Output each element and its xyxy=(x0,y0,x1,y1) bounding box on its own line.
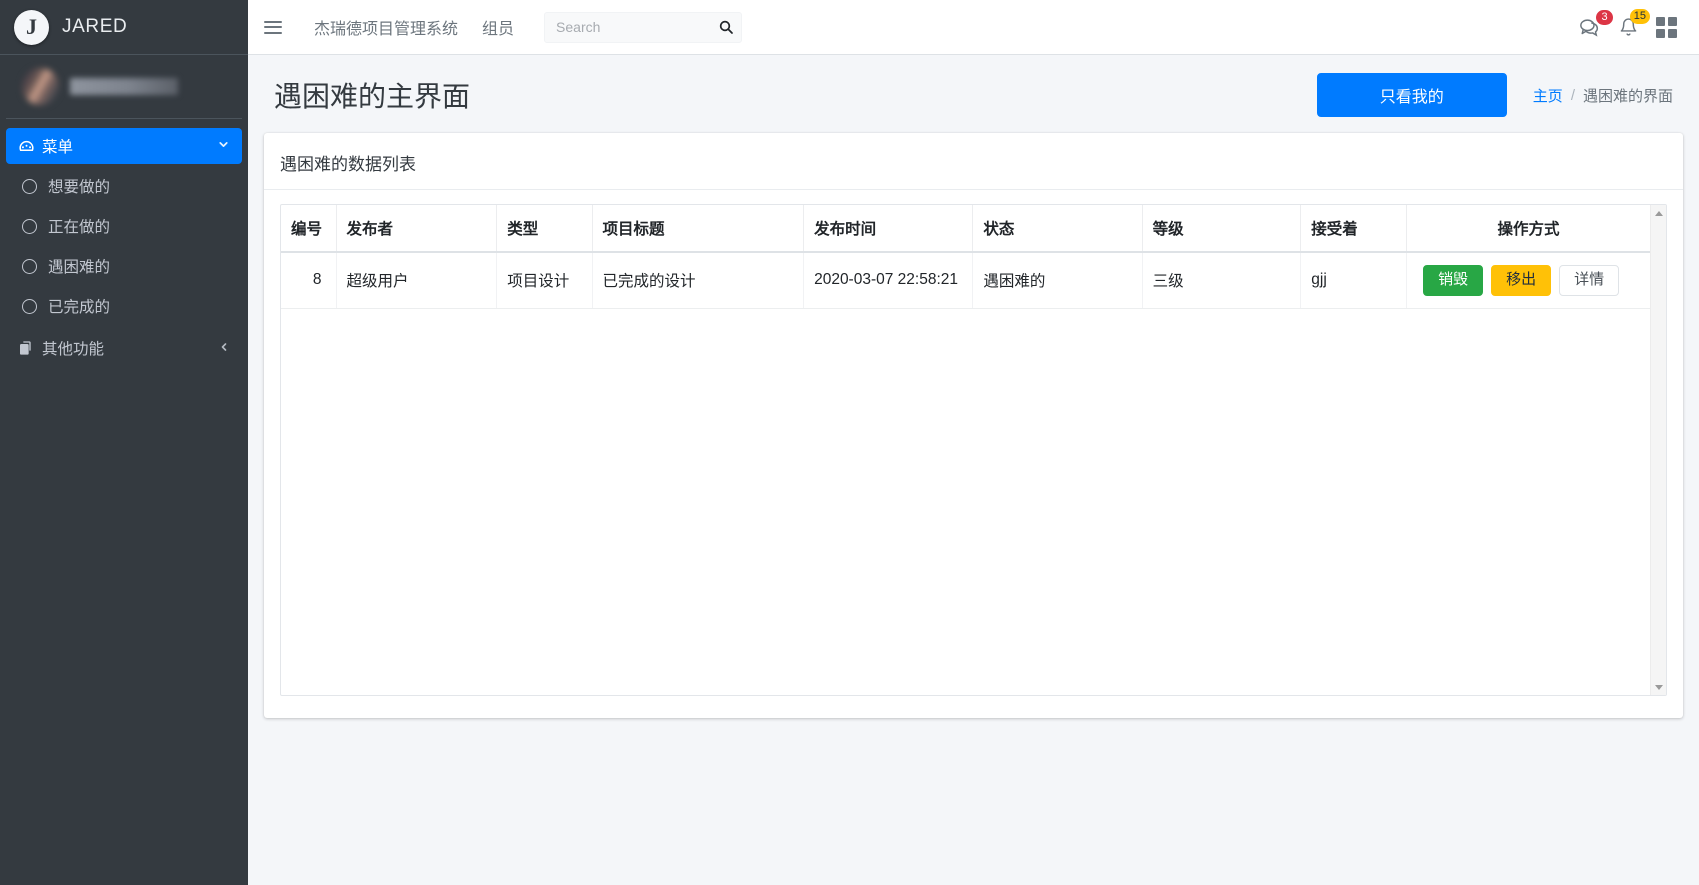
table-scroll-container: 编号 发布者 类型 项目标题 发布时间 状态 等级 接受着 操作方式 8 超级用… xyxy=(280,204,1667,696)
col-level: 等级 xyxy=(1142,205,1302,253)
chevron-down-icon xyxy=(217,138,230,154)
sidebar-item-label: 其他功能 xyxy=(42,341,105,358)
grid-icon[interactable] xyxy=(1656,16,1677,38)
content-header-right: 只看我的 主页 / 遇困难的界面 xyxy=(1316,73,1673,117)
col-status: 状态 xyxy=(972,205,1143,253)
scroll-down-arrow-icon[interactable] xyxy=(1654,679,1663,695)
messages-badge: 3 xyxy=(1596,9,1613,25)
breadcrumb: 主页 / 遇困难的界面 xyxy=(1533,85,1673,106)
circle-icon xyxy=(22,258,37,274)
scrollbar-track[interactable] xyxy=(1651,221,1666,679)
page-title: 遇困难的主界面 xyxy=(274,81,471,112)
topnav-link-system[interactable]: 杰瑞德项目管理系统 xyxy=(302,15,470,39)
main-area: 杰瑞德项目管理系统 组员 3 xyxy=(248,0,1699,885)
cell-actions: 销毁 移出 详情 xyxy=(1406,252,1650,309)
sidebar-item-doing[interactable]: 正在做的 xyxy=(6,206,242,246)
table-body: 8 超级用户 项目设计 已完成的设计 2020-03-07 22:58:21 遇… xyxy=(281,252,1650,309)
cell-publish-time: 2020-03-07 22:58:21 xyxy=(803,252,974,309)
search-button[interactable] xyxy=(710,12,742,43)
circle-icon xyxy=(22,298,37,314)
topbar-icon-group: 3 15 xyxy=(1579,9,1683,38)
table-head: 编号 发布者 类型 项目标题 发布时间 状态 等级 接受着 操作方式 xyxy=(281,205,1650,253)
copy-icon xyxy=(18,340,42,356)
user-panel[interactable] xyxy=(6,55,242,119)
scroll-up-arrow-icon[interactable] xyxy=(1654,205,1663,221)
col-project-title: 项目标题 xyxy=(592,205,805,253)
search-box xyxy=(544,11,743,43)
dashboard-icon xyxy=(18,138,42,155)
destroy-button[interactable]: 销毁 xyxy=(1423,265,1484,296)
data-table: 编号 发布者 类型 项目标题 发布时间 状态 等级 接受着 操作方式 8 超级用… xyxy=(281,205,1650,309)
table-inner: 编号 发布者 类型 项目标题 发布时间 状态 等级 接受着 操作方式 8 超级用… xyxy=(281,205,1650,695)
chevron-left-icon xyxy=(218,341,230,356)
avatar xyxy=(22,68,59,105)
grid-icon-glyph xyxy=(1656,16,1677,38)
breadcrumb-current: 遇困难的界面 xyxy=(1582,87,1673,105)
card-header: 遇困难的数据列表 xyxy=(264,136,1683,190)
sidebar-item-menu[interactable]: 菜单 xyxy=(6,128,242,164)
table-row[interactable]: 8 超级用户 项目设计 已完成的设计 2020-03-07 22:58:21 遇… xyxy=(281,252,1650,309)
sidebar-item-other-functions[interactable]: 其他功能 xyxy=(6,330,242,366)
breadcrumb-home[interactable]: 主页 xyxy=(1533,85,1563,106)
sidebar-nav: 菜单 想要做的 正在做的 遇困难的 已完成的 其他功能 xyxy=(0,119,248,368)
col-type: 类型 xyxy=(496,205,593,253)
col-id: 编号 xyxy=(281,205,337,253)
only-mine-button[interactable]: 只看我的 xyxy=(1316,73,1507,117)
hamburger-icon[interactable] xyxy=(262,17,284,38)
cell-type: 项目设计 xyxy=(496,252,593,309)
col-publish-time: 发布时间 xyxy=(803,205,974,253)
row-action-buttons: 销毁 移出 详情 xyxy=(1417,263,1640,298)
content-header: 遇困难的主界面 只看我的 主页 / 遇困难的界面 xyxy=(248,55,1699,125)
col-actions: 操作方式 xyxy=(1406,205,1650,253)
content-area: 遇困难的数据列表 编号 发布者 类型 项目标题 发布时间 状态 等级 接受着 操… xyxy=(248,125,1699,885)
top-navbar: 杰瑞德项目管理系统 组员 3 xyxy=(248,0,1699,55)
sidebar-item-label: 想要做的 xyxy=(48,179,111,196)
cell-status: 遇困难的 xyxy=(972,252,1143,309)
sidebar-item-blocked[interactable]: 遇困难的 xyxy=(6,246,242,286)
cell-publisher: 超级用户 xyxy=(336,252,498,309)
brand-logo-icon: J xyxy=(14,9,49,45)
table-header-row: 编号 发布者 类型 项目标题 发布时间 状态 等级 接受着 操作方式 xyxy=(281,205,1650,253)
bell-icon[interactable]: 15 xyxy=(1619,9,1650,37)
notifications-badge: 15 xyxy=(1629,9,1650,24)
sidebar-item-wanted[interactable]: 想要做的 xyxy=(6,166,242,206)
breadcrumb-separator: / xyxy=(1570,86,1575,104)
cell-id: 8 xyxy=(281,252,337,309)
card-title: 遇困难的数据列表 xyxy=(280,155,416,174)
brand-header[interactable]: J JARED xyxy=(0,0,248,55)
cell-receiver: gjj xyxy=(1300,252,1408,309)
cell-level: 三级 xyxy=(1142,252,1302,309)
topnav-link-members[interactable]: 组员 xyxy=(470,15,526,39)
sidebar: J JARED 菜单 想要做的 正在做的 遇困难的 已完成的 其他功能 xyxy=(0,0,248,885)
col-receiver: 接受着 xyxy=(1300,205,1408,253)
sidebar-item-done[interactable]: 已完成的 xyxy=(6,286,242,326)
sidebar-item-label: 遇困难的 xyxy=(48,259,111,276)
app-root: J JARED 菜单 想要做的 正在做的 遇困难的 已完成的 其他功能 杰瑞德项… xyxy=(0,0,1699,885)
sidebar-item-label: 已完成的 xyxy=(48,299,111,316)
messages-icon[interactable]: 3 xyxy=(1579,9,1613,37)
move-out-button[interactable]: 移出 xyxy=(1491,265,1552,296)
user-name-redacted xyxy=(70,78,178,95)
circle-icon xyxy=(22,178,37,194)
details-button[interactable]: 详情 xyxy=(1559,265,1620,296)
sidebar-item-label: 菜单 xyxy=(42,139,74,156)
circle-icon xyxy=(22,218,37,234)
table-vertical-scrollbar[interactable] xyxy=(1650,205,1666,695)
col-publisher: 发布者 xyxy=(336,205,498,253)
cell-project-title: 已完成的设计 xyxy=(592,252,805,309)
data-list-card: 遇困难的数据列表 编号 发布者 类型 项目标题 发布时间 状态 等级 接受着 操… xyxy=(264,133,1683,718)
brand-name: JARED xyxy=(62,16,128,37)
sidebar-item-label: 正在做的 xyxy=(48,219,111,236)
card-body: 编号 发布者 类型 项目标题 发布时间 状态 等级 接受着 操作方式 8 超级用… xyxy=(264,190,1683,718)
